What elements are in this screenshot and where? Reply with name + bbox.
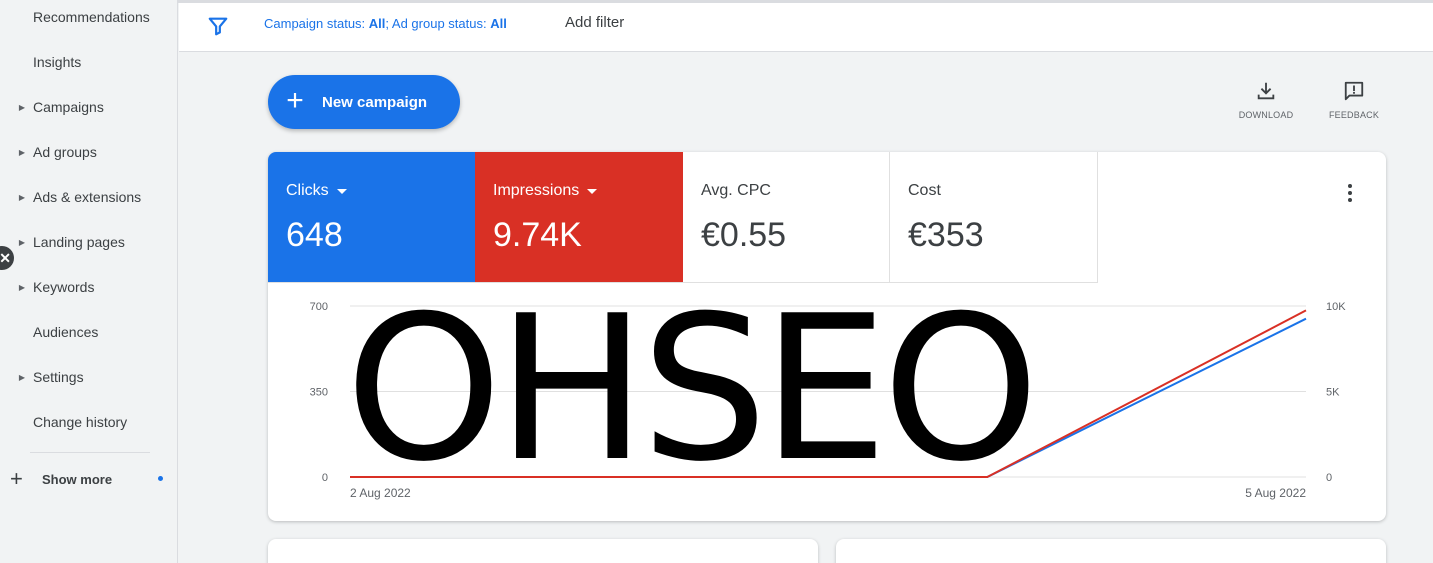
ad-group-status-label: ; Ad group status: (385, 16, 491, 31)
sidebar-item-label: Ads & extensions (33, 189, 142, 205)
feedback-label: FEEDBACK (1328, 110, 1380, 120)
dropdown-arrow-icon (587, 188, 598, 194)
caret-right-icon: ▶ (18, 237, 25, 247)
metric-cost[interactable]: Cost €353 (890, 152, 1098, 282)
show-more-button[interactable]: + Show more (10, 466, 163, 492)
caret-right-icon: ▶ (18, 147, 25, 157)
metric-avg-cpc[interactable]: Avg. CPC €0.55 (683, 152, 890, 282)
more-options-icon[interactable] (1342, 182, 1358, 204)
metric-value: €0.55 (701, 216, 787, 254)
right-axis-tick-label: 5K (1326, 387, 1340, 399)
feedback-icon (1344, 81, 1364, 101)
sidebar-item-insights[interactable]: Insights (0, 42, 177, 82)
active-filters[interactable]: Campaign status: All; Ad group status: A… (264, 16, 507, 31)
ad-group-status-value: All (490, 16, 507, 31)
add-filter-button[interactable]: Add filter (565, 14, 624, 31)
caret-right-icon: ▶ (18, 192, 25, 202)
download-label: DOWNLOAD (1238, 110, 1294, 120)
sidebar-item-ads-extensions[interactable]: ▶ Ads & extensions (0, 177, 177, 217)
close-icon: ✕ (0, 249, 11, 266)
x-axis-tick-label: 5 Aug 2022 (1245, 486, 1306, 500)
sidebar-item-change-history[interactable]: Change history (0, 402, 177, 442)
sidebar-item-settings[interactable]: ▶ Settings (0, 357, 177, 397)
sidebar-item-recommendations[interactable]: Recommendations (0, 0, 177, 37)
metric-value: €353 (908, 216, 984, 254)
sidebar-item-label: Audiences (33, 324, 99, 340)
right-axis-tick-label: 10K (1326, 301, 1346, 313)
metric-label: Avg. CPC (701, 182, 771, 199)
new-campaign-label: New campaign (322, 93, 428, 111)
filter-bar: Campaign status: All; Ad group status: A… (179, 3, 1433, 52)
sidebar-item-label: Landing pages (33, 234, 125, 250)
sidebar-item-campaigns[interactable]: ▶ Campaigns (0, 87, 177, 127)
sidebar-item-label: Keywords (33, 279, 95, 295)
filter-icon[interactable] (207, 15, 229, 37)
right-axis-tick-label: 0 (1326, 472, 1332, 484)
plus-icon: + (286, 83, 304, 117)
metric-label: Impressions (493, 182, 580, 199)
left-axis-tick-label: 0 (322, 472, 328, 484)
plus-icon: + (10, 466, 23, 491)
sidebar-item-label: Campaigns (33, 99, 104, 115)
sidebar-item-label: Ad groups (33, 144, 97, 160)
sidebar: Recommendations Insights ▶ Campaigns ▶ Ad … (0, 0, 178, 563)
summary-card (268, 539, 818, 563)
sidebar-item-audiences[interactable]: Audiences (0, 312, 177, 352)
campaign-status-label: Campaign status: (264, 16, 369, 31)
metric-clicks[interactable]: Clicks 648 (268, 152, 475, 282)
sidebar-item-keywords[interactable]: ▶ Keywords (0, 267, 177, 307)
sidebar-item-ad-groups[interactable]: ▶ Ad groups (0, 132, 177, 172)
summary-card (836, 539, 1386, 563)
sidebar-item-label: Recommendations (33, 9, 150, 25)
caret-right-icon: ▶ (18, 282, 25, 292)
sidebar-item-label: Insights (33, 54, 82, 70)
dropdown-arrow-icon (336, 188, 347, 194)
feedback-button[interactable]: FEEDBACK (1318, 80, 1390, 120)
metric-label: Clicks (286, 182, 329, 199)
metric-impressions[interactable]: Impressions 9.74K (475, 152, 683, 282)
new-campaign-button[interactable]: + New campaign (268, 75, 460, 129)
sidebar-divider (30, 452, 150, 453)
download-button[interactable]: DOWNLOAD (1230, 80, 1302, 120)
caret-right-icon: ▶ (18, 102, 25, 112)
left-axis-tick-label: 700 (310, 301, 328, 313)
left-axis-tick-label: 350 (310, 387, 328, 399)
caret-right-icon: ▶ (18, 372, 25, 382)
metric-value: 648 (286, 216, 343, 254)
download-icon (1257, 82, 1275, 100)
sidebar-item-label: Settings (33, 369, 84, 385)
metric-label: Cost (908, 182, 941, 199)
show-more-label: Show more (42, 471, 113, 487)
metric-value: 9.74K (493, 216, 582, 254)
campaign-status-value: All (368, 16, 386, 31)
sidebar-item-label: Change history (33, 414, 128, 430)
sidebar-item-landing-pages[interactable]: ▶ Landing pages (0, 222, 177, 262)
notification-dot (158, 476, 163, 481)
watermark-logo: OHSEO (345, 273, 1040, 506)
